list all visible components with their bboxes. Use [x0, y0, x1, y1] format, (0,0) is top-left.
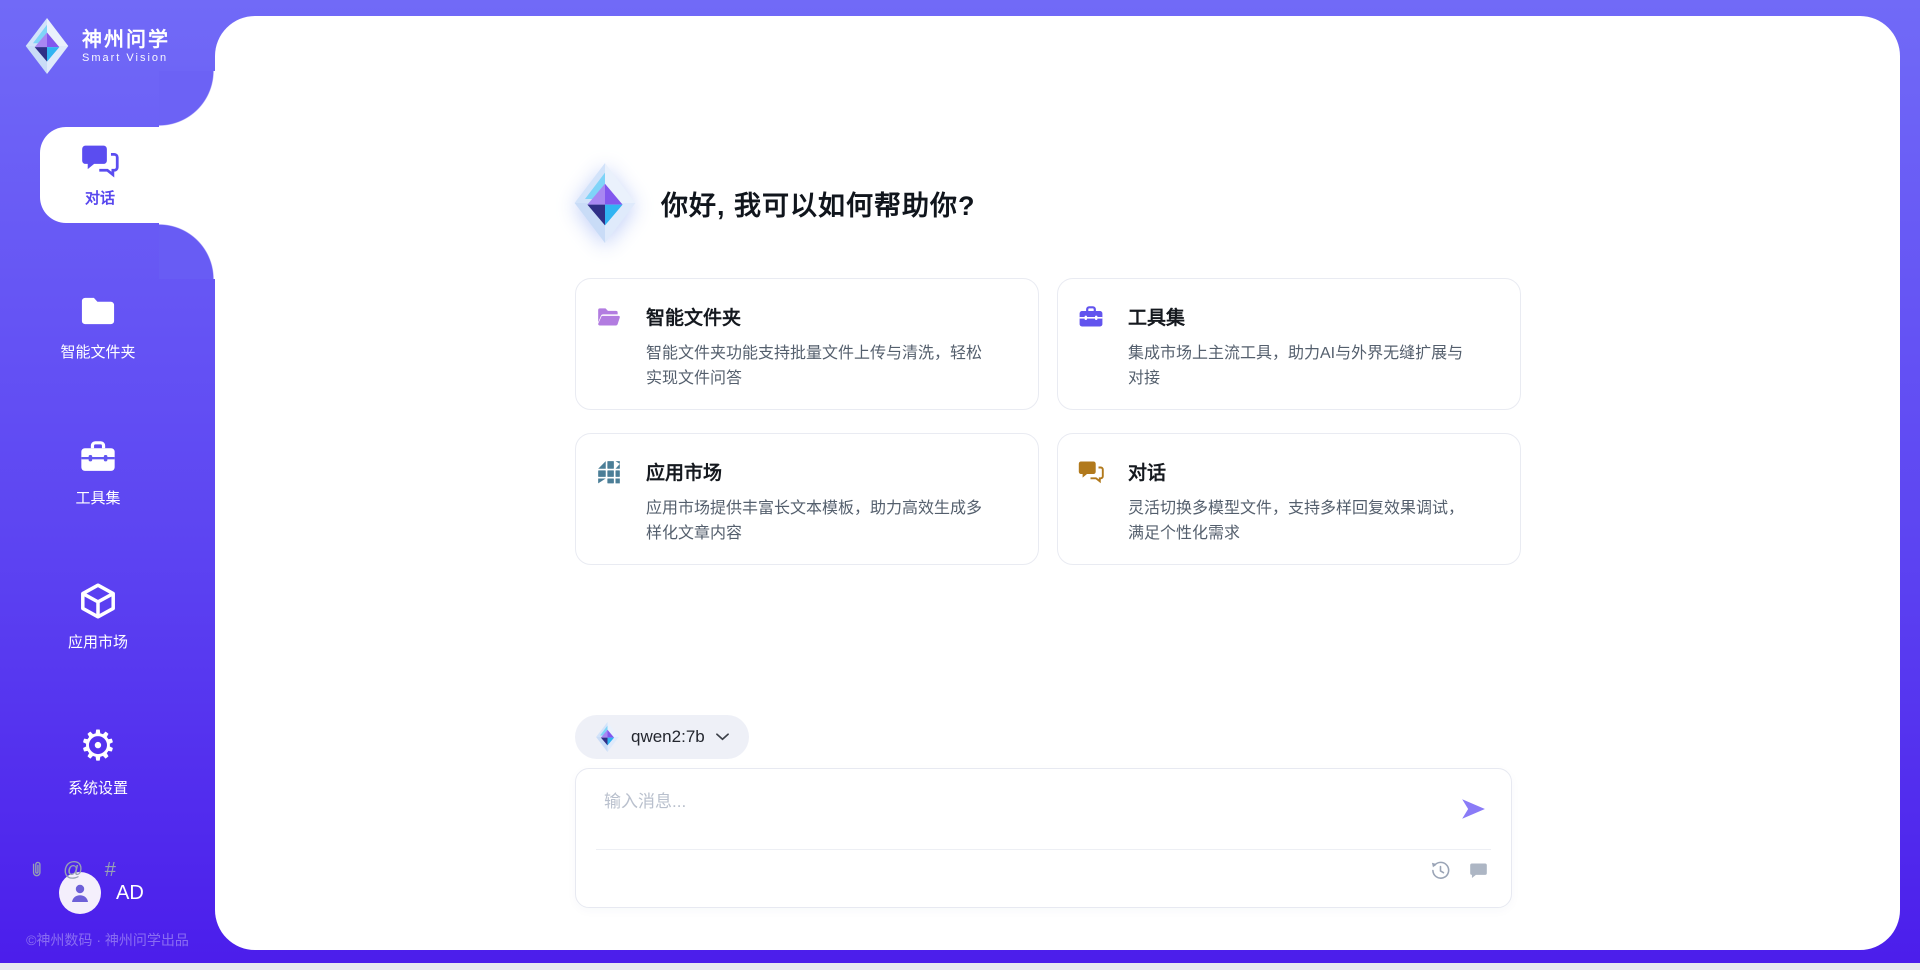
user-icon [68, 881, 92, 905]
card-toolbox[interactable]: 工具集 集成市场上主流工具，助力AI与外界无缝扩展与对接 [1057, 278, 1521, 410]
sidebar-item-market[interactable]: 应用市场 [0, 582, 196, 652]
sidebar-item-label: 工具集 [75, 487, 120, 508]
brand-title: 神州问学 [82, 28, 170, 52]
sidebar-item-label: 对话 [85, 187, 115, 208]
user-initials: AD [116, 882, 144, 905]
hashtag-button[interactable]: # [100, 858, 120, 882]
briefcase-icon [79, 438, 117, 476]
attach-button[interactable] [26, 858, 46, 882]
sidebar-item-chat[interactable]: 对话 [40, 127, 216, 223]
feature-cards: 智能文件夹 智能文件夹功能支持批量文件上传与清洗，轻松实现文件问答 工具集 集成… [575, 278, 1521, 565]
sidebar-item-label: 应用市场 [68, 631, 128, 652]
hashtag-icon: # [105, 859, 116, 881]
page-title: 你好, 我可以如何帮助你? [661, 184, 976, 223]
card-chat[interactable]: 对话 灵活切换多模型文件，支持多样回复效果调试，满足个性化需求 [1057, 433, 1521, 565]
card-description: 智能文件夹功能支持批量文件上传与清洗，轻松实现文件问答 [646, 341, 996, 391]
composer-tools-left: @ # [26, 858, 120, 882]
card-header: 对话 [1078, 458, 1498, 485]
sidebar: 神州问学 Smart Vision 对话 智能文件夹 工具集 [0, 0, 215, 963]
cube-icon [79, 582, 117, 620]
mention-button[interactable]: @ [63, 858, 83, 882]
sidebar-item-folders[interactable]: 智能文件夹 [0, 292, 196, 362]
tab-curve-top [159, 71, 215, 127]
grid-icon [596, 459, 622, 485]
gear-icon: ⚙ [79, 726, 117, 766]
folder-icon [79, 292, 117, 330]
chat-bubble-icon [1468, 860, 1489, 881]
diamond-logo-icon [573, 162, 637, 244]
bottom-edge [0, 963, 1920, 970]
folder-open-icon [596, 304, 622, 330]
greeting-row: 你好, 我可以如何帮助你? [573, 162, 976, 244]
card-description: 集成市场上主流工具，助力AI与外界无缝扩展与对接 [1128, 341, 1478, 391]
brand-subtitle: Smart Vision [82, 52, 170, 64]
chat-bubbles-icon [81, 142, 119, 180]
card-description: 应用市场提供丰富长文本模板，助力高效生成多样化文章内容 [646, 496, 996, 546]
card-title: 工具集 [1128, 303, 1185, 330]
brand-text: 神州问学 Smart Vision [82, 28, 170, 64]
composer-tools-right [1430, 858, 1489, 882]
send-icon [1460, 796, 1486, 822]
card-title: 对话 [1128, 458, 1166, 485]
model-name: qwen2:7b [631, 727, 705, 747]
history-button[interactable] [1430, 858, 1451, 882]
model-logo-icon [595, 722, 620, 752]
card-header: 应用市场 [596, 458, 1016, 485]
card-smart-folders[interactable]: 智能文件夹 智能文件夹功能支持批量文件上传与清洗，轻松实现文件问答 [575, 278, 1039, 410]
message-composer [575, 768, 1512, 908]
card-description: 灵活切换多模型文件，支持多样回复效果调试，满足个性化需求 [1128, 496, 1478, 546]
chevron-down-icon [716, 733, 729, 741]
card-app-market[interactable]: 应用市场 应用市场提供丰富长文本模板，助力高效生成多样化文章内容 [575, 433, 1039, 565]
message-input[interactable] [604, 787, 1444, 843]
card-header: 智能文件夹 [596, 303, 1016, 330]
card-title: 智能文件夹 [646, 303, 741, 330]
feedback-button[interactable] [1468, 858, 1489, 882]
chat-icon [1078, 459, 1104, 485]
composer-divider [596, 849, 1491, 850]
sidebar-item-toolbox[interactable]: 工具集 [0, 438, 196, 508]
sidebar-item-label: 系统设置 [68, 777, 128, 798]
app-logo[interactable]: 神州问学 Smart Vision [24, 18, 170, 74]
sidebar-item-settings[interactable]: ⚙ 系统设置 [0, 726, 196, 798]
at-icon: @ [63, 859, 83, 881]
card-header: 工具集 [1078, 303, 1498, 330]
copyright-text: ©神州数码 · 神州问学出品 [0, 930, 215, 950]
briefcase-icon [1078, 304, 1104, 330]
card-title: 应用市场 [646, 458, 722, 485]
sidebar-item-label: 智能文件夹 [60, 341, 135, 362]
paperclip-icon [27, 859, 46, 881]
history-icon [1430, 860, 1451, 881]
model-selector[interactable]: qwen2:7b [575, 715, 749, 759]
send-button[interactable] [1459, 795, 1487, 823]
tab-curve-bottom [159, 223, 215, 279]
diamond-logo-icon [24, 18, 70, 74]
